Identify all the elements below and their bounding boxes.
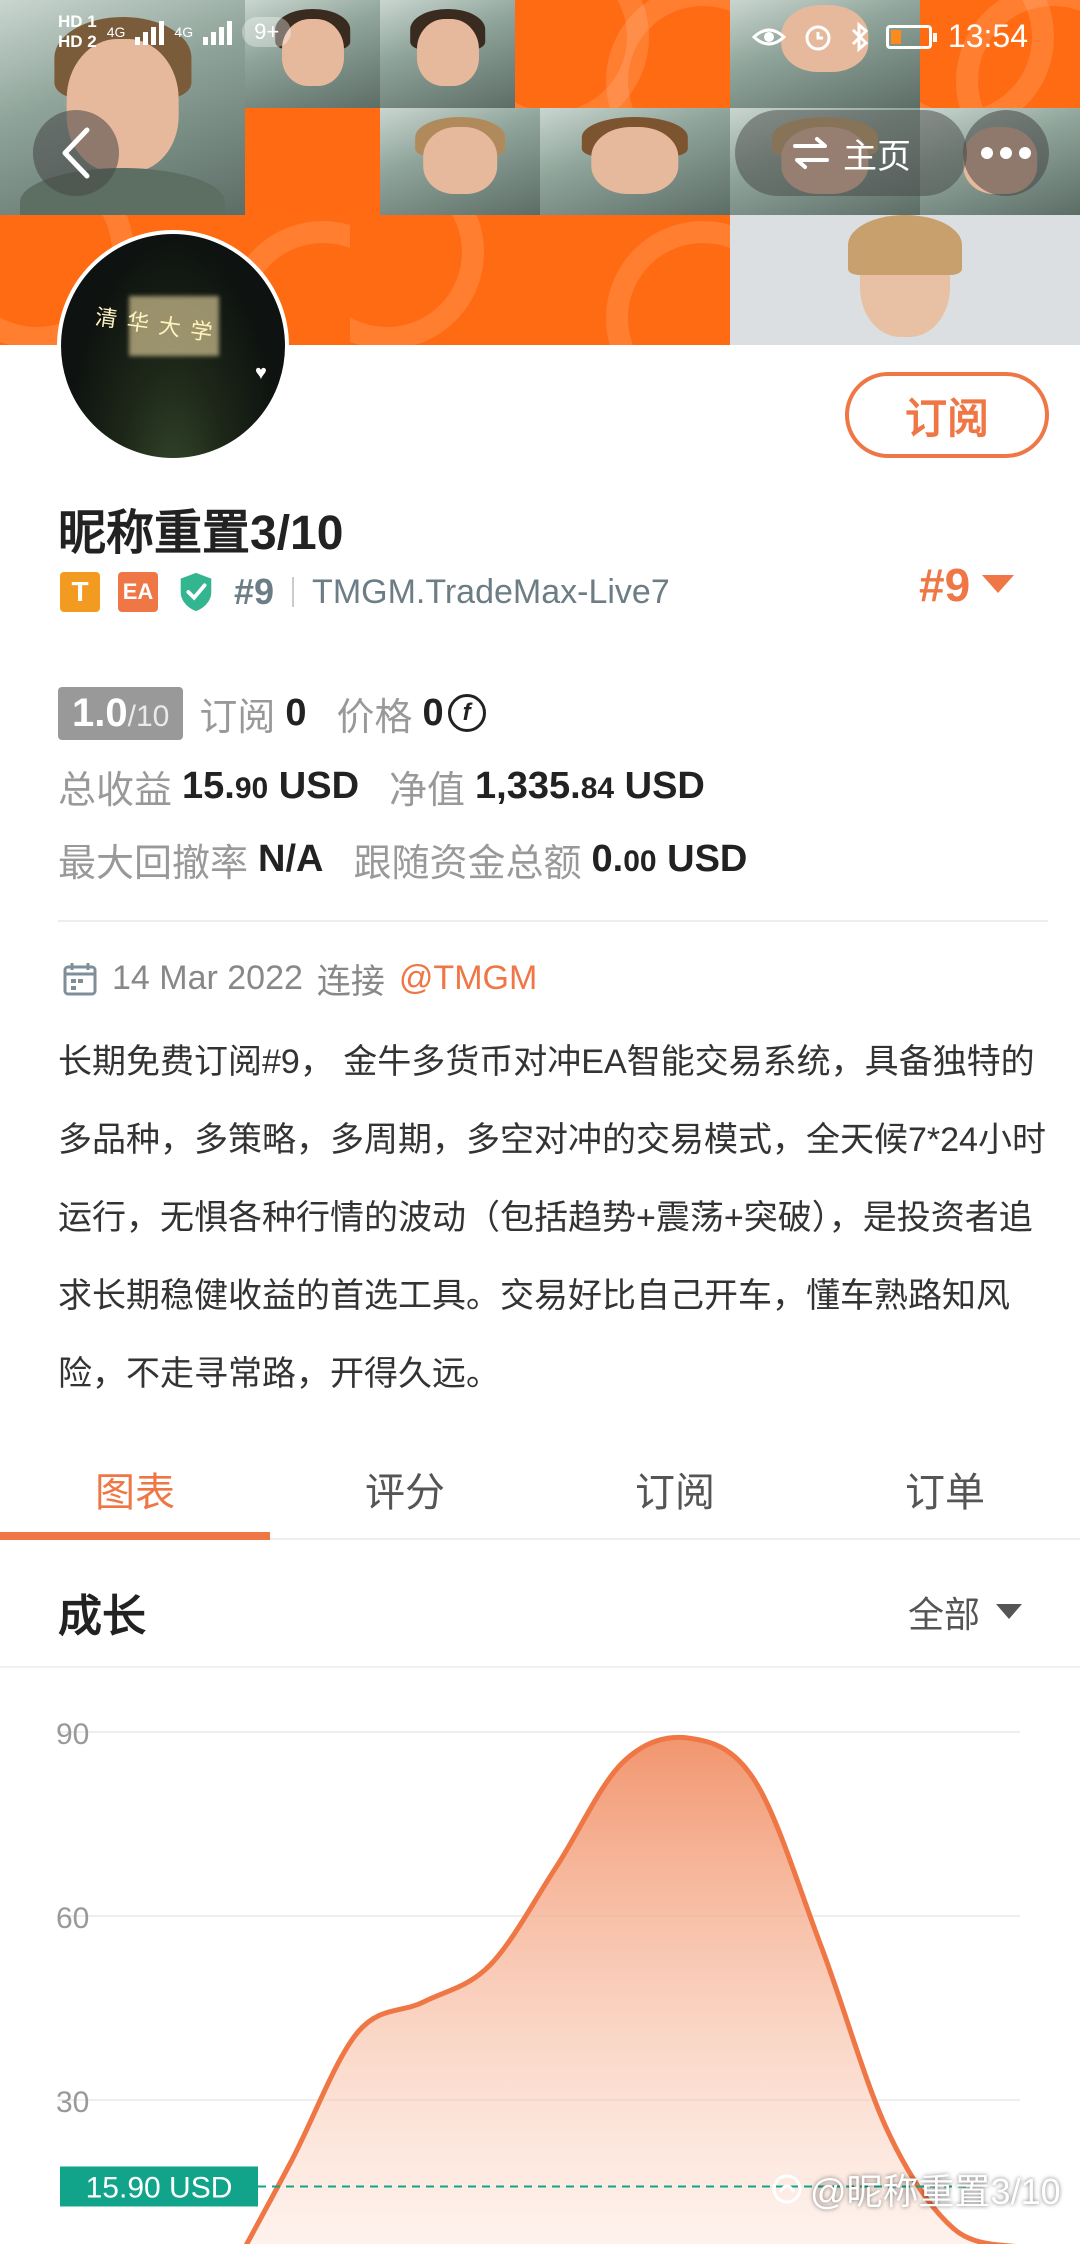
tab-orders[interactable]: 订单 (810, 1440, 1080, 1538)
home-label: 主页 (843, 137, 911, 176)
header-pattern (350, 215, 730, 345)
hd2-indicator: HD 2 (58, 32, 97, 51)
max-drawdown-label: 最大回撤率 (58, 842, 249, 885)
current-value-label: 15.90 USD (86, 2171, 233, 2204)
rank-big: #9 (919, 559, 971, 611)
growth-title: 成长 (58, 1592, 146, 1641)
subscribers-value: 0 (285, 691, 307, 734)
rank-small: #9 (234, 571, 275, 612)
tag-ea-badge: EA (118, 572, 158, 612)
eye-icon (751, 28, 786, 45)
home-button[interactable]: 主页 (735, 110, 967, 196)
battery-icon (885, 24, 937, 49)
y-tick-label: 60 (56, 1902, 89, 1935)
equity-label: 净值 (389, 769, 466, 812)
broker-link[interactable]: @TMGM (399, 959, 537, 998)
tab-bar: 图表 评分 订阅 订单 (0, 1440, 1080, 1540)
divider (58, 920, 1048, 922)
caret-down-icon (982, 575, 1015, 593)
connect-date: 14 Mar 2022 (112, 959, 303, 997)
avatar[interactable]: 清华大学 ♥ (57, 230, 289, 462)
growth-header: 成长 全部 (0, 1542, 1080, 1668)
more-dot (981, 147, 993, 159)
more-button[interactable] (963, 110, 1049, 196)
follow-funds-value: 0.00 USD (591, 837, 748, 880)
y-tick-label: 90 (56, 1718, 89, 1751)
coin-icon: f (447, 694, 486, 732)
tab-rating[interactable]: 评分 (270, 1440, 540, 1538)
connect-label: 连接 (316, 963, 385, 1001)
swap-icon (793, 137, 829, 169)
y-tick-label: 30 (56, 2086, 89, 2119)
score-badge: 1.0/10 (58, 686, 184, 740)
chevron-left-icon (62, 127, 90, 179)
connection-row: 14 Mar 2022 连接 @TMGM (62, 954, 537, 1003)
notification-count-badge: 9+ (242, 17, 292, 47)
price-label: 价格 (336, 696, 413, 739)
tab-subscription[interactable]: 订阅 (540, 1440, 810, 1538)
header-photo (730, 215, 1080, 345)
max-drawdown-value: N/A (258, 837, 324, 880)
rank-dropdown[interactable]: #9 (919, 558, 1015, 612)
signal-icon (135, 19, 165, 45)
header-photo (540, 108, 730, 215)
header-photo (380, 108, 540, 215)
stats-panel: 1.0/10 订阅 0 价格 0 f 总收益 15.90 USD 净值 1,33… (58, 684, 1048, 903)
snowball-logo-icon (772, 2174, 802, 2204)
divider (292, 577, 295, 607)
caret-down-icon (996, 1604, 1022, 1619)
price-value: 0 (422, 691, 444, 734)
tab-chart[interactable]: 图表 (0, 1440, 270, 1540)
strategy-description: 长期免费订阅#9， 金牛多货币对冲EA智能交易系统，具备独特的多品种，多策略，多… (58, 1043, 1046, 1393)
total-profit-label: 总收益 (58, 769, 173, 812)
subscribers-label: 订阅 (199, 696, 276, 739)
status-bar: HD 1 HD 2 4G 4G 9+ 13:54 (0, 0, 1080, 80)
nickname: 昵称重置3/10 (58, 507, 344, 560)
network-type-1: 4G (106, 24, 126, 40)
equity-value: 1,335.84 USD (475, 764, 705, 807)
range-label: 全部 (907, 1594, 980, 1635)
signal-icon (203, 19, 233, 45)
follow-funds-label: 跟随资金总额 (353, 842, 582, 885)
server-name: TMGM.TradeMax-Live7 (312, 572, 670, 611)
tag-t-badge: T (60, 572, 100, 612)
watermark: @昵称重置3/10 (770, 2163, 1061, 2215)
network-type-2: 4G (174, 24, 194, 40)
growth-chart[interactable]: 90 60 30 15.90 USD (0, 1670, 1080, 2244)
more-dot (1000, 147, 1012, 159)
total-profit-value: 15.90 USD (182, 764, 360, 807)
range-selector[interactable]: 全部 (908, 1586, 1022, 1638)
alarm-icon (805, 25, 831, 50)
verified-shield-icon (180, 572, 212, 612)
more-dot (1019, 147, 1031, 159)
tag-row: T EA #9 TMGM.TradeMax-Live7 (60, 568, 670, 616)
calendar-icon (63, 962, 97, 995)
heart-icon: ♥ (255, 362, 267, 384)
subscribe-button[interactable]: 订阅 (845, 372, 1049, 458)
hd1-indicator: HD 1 (58, 12, 97, 31)
bluetooth-icon (851, 21, 869, 52)
back-button[interactable] (33, 110, 119, 196)
clock: 13:54 (947, 18, 1028, 54)
